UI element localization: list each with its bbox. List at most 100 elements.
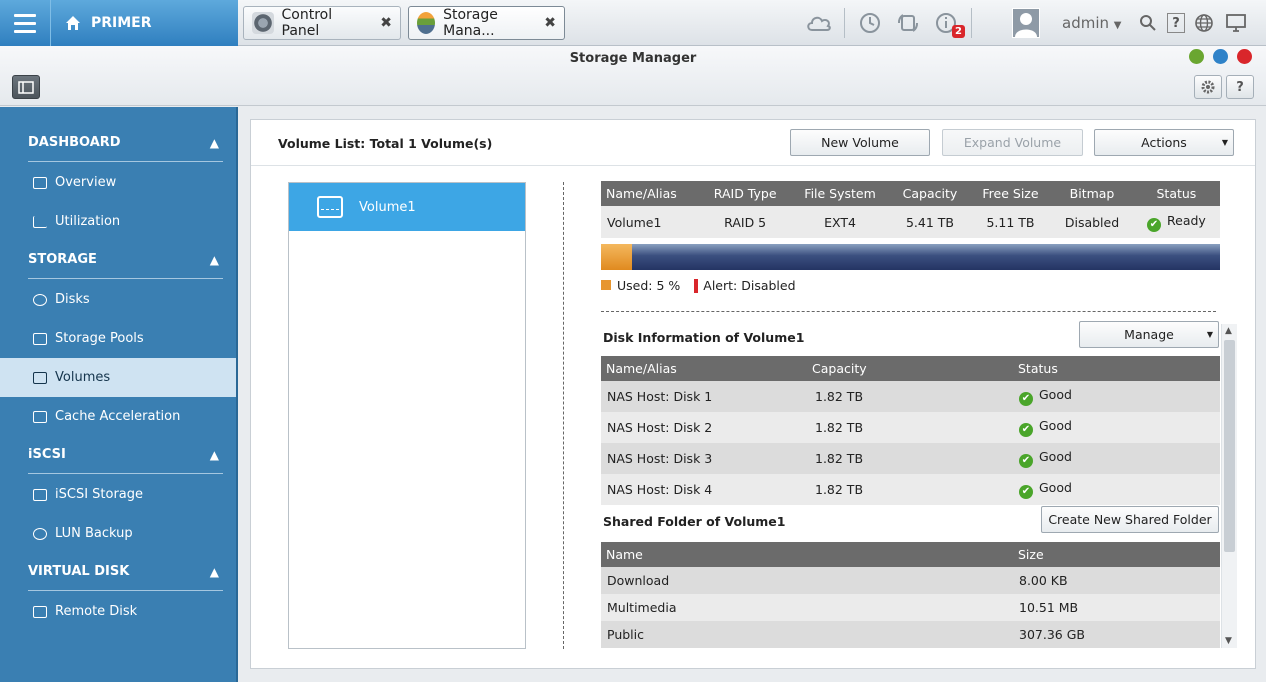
avatar[interactable] — [1012, 8, 1040, 38]
column-header: Capacity — [807, 356, 1013, 381]
tab-storage-manager[interactable]: Storage Mana... ✖ — [408, 6, 565, 40]
close-window-icon[interactable] — [1237, 49, 1252, 64]
help-icon[interactable]: ? — [1167, 13, 1185, 33]
divider — [844, 8, 845, 38]
scrollbar[interactable]: ▲ ▼ — [1221, 324, 1237, 648]
table-row[interactable]: Public 307.36 GB — [601, 621, 1220, 648]
sidebar-item-storage-pools[interactable]: Storage Pools — [0, 319, 236, 358]
table-row[interactable]: NAS Host: Disk 1 1.82 TB ✔ Good — [601, 381, 1220, 412]
column-header: Name/Alias — [601, 181, 701, 206]
sidebar-item-iscsi-storage[interactable]: iSCSI Storage — [0, 475, 236, 514]
sidebar-section-dashboard[interactable]: DASHBOARD ▲ — [28, 124, 223, 162]
disk-info-title: Disk Information of Volume1 — [603, 330, 805, 345]
sidebar-item-cache-acceleration[interactable]: Cache Acceleration — [0, 397, 236, 436]
expand-volume-button[interactable]: Expand Volume — [942, 129, 1083, 156]
used-swatch — [601, 280, 611, 290]
check-icon: ✔ — [1019, 454, 1033, 468]
table-row[interactable]: NAS Host: Disk 4 1.82 TB ✔ Good — [601, 474, 1220, 505]
usage-legend: Used: 5 % Alert: Disabled — [601, 278, 796, 293]
table-row[interactable]: Download 8.00 KB — [601, 567, 1220, 594]
check-icon: ✔ — [1019, 392, 1033, 406]
sidebar-section-iscsi[interactable]: iSCSI ▲ — [28, 436, 223, 474]
volume-list-header: Volume List: Total 1 Volume(s) New Volum… — [251, 120, 1255, 166]
maximize-icon[interactable] — [1213, 49, 1228, 64]
gear-icon — [252, 12, 274, 34]
table-header-row: Name Size — [601, 542, 1220, 567]
search-icon[interactable] — [1135, 10, 1161, 36]
sidebar-item-utilization[interactable]: Utilization — [0, 202, 236, 241]
storage-pool-icon — [33, 332, 47, 345]
tab-label: Storage Mana... — [443, 7, 498, 39]
close-icon[interactable]: ✖ — [380, 15, 392, 31]
chevron-up-icon: ▲ — [209, 252, 219, 267]
settings-button[interactable] — [1194, 75, 1222, 99]
usage-bar — [601, 244, 1220, 270]
sidebar-section-virtual-disk[interactable]: VIRTUAL DISK ▲ — [28, 553, 223, 591]
monitor-icon[interactable] — [1223, 10, 1249, 36]
panel-divider — [563, 182, 564, 649]
gear-icon — [1201, 80, 1215, 94]
sidebar-item-remote-disk[interactable]: Remote Disk — [0, 592, 236, 631]
status-cell: ✔ Good — [1013, 412, 1220, 443]
notification-icon[interactable]: 2 — [933, 10, 965, 38]
column-header: File System — [789, 181, 891, 206]
sync-icon[interactable] — [895, 10, 921, 36]
column-header: Size — [1013, 542, 1220, 567]
sidebar-item-disks[interactable]: Disks — [0, 280, 236, 319]
manage-dropdown[interactable]: Manage ▼ — [1079, 321, 1219, 348]
home-icon — [66, 16, 80, 30]
table-cell: Disabled — [1051, 206, 1133, 238]
table-cell: 1.82 TB — [807, 412, 1013, 443]
main-menu-button[interactable] — [0, 0, 50, 46]
minimize-icon[interactable] — [1189, 49, 1204, 64]
chart-icon — [33, 215, 47, 228]
scroll-up-icon[interactable]: ▲ — [1225, 326, 1232, 336]
sidebar: DASHBOARD ▲ Overview Utilization STORAGE ▲… — [0, 107, 238, 682]
usage-bar-fill — [601, 244, 632, 270]
column-header: Free Size — [969, 181, 1052, 206]
clock-icon[interactable] — [857, 10, 883, 36]
table-cell: NAS Host: Disk 2 — [601, 412, 807, 443]
scroll-down-icon[interactable]: ▼ — [1225, 636, 1232, 646]
status-cell: ✔ Good — [1013, 443, 1220, 474]
home-button[interactable]: PRIMER — [50, 0, 238, 46]
actions-dropdown[interactable]: Actions ▼ — [1094, 129, 1234, 156]
table-row[interactable]: Volume1 RAID 5 EXT4 5.41 TB 5.11 TB Disa… — [601, 206, 1220, 238]
chevron-down-icon: ▼ — [1206, 330, 1213, 339]
table-cell: 1.82 TB — [807, 474, 1013, 505]
globe-icon[interactable] — [1191, 10, 1217, 36]
sidebar-item-overview[interactable]: Overview — [0, 163, 236, 202]
volume-icon — [33, 371, 47, 384]
top-bar: PRIMER Control Panel ✖ Storage Mana... ✖… — [0, 0, 1266, 46]
notification-badge: 2 — [952, 25, 965, 38]
volume-table: Name/Alias RAID Type File System Capacit… — [601, 181, 1220, 238]
volume-list-item[interactable]: Volume1 — [289, 183, 525, 231]
scrollbar-thumb[interactable] — [1224, 340, 1235, 552]
create-shared-folder-button[interactable]: Create New Shared Folder — [1041, 506, 1219, 533]
sidebar-section-storage[interactable]: STORAGE ▲ — [28, 241, 223, 279]
section-divider — [601, 311, 1216, 312]
column-header: Status — [1013, 356, 1220, 381]
table-row[interactable]: Multimedia 10.51 MB — [601, 594, 1220, 621]
sidebar-item-lun-backup[interactable]: LUN Backup — [0, 514, 236, 553]
column-header: Name/Alias — [601, 356, 807, 381]
table-cell: 8.00 KB — [1013, 567, 1220, 594]
close-icon[interactable]: ✖ — [544, 15, 556, 31]
table-row[interactable]: NAS Host: Disk 3 1.82 TB ✔ Good — [601, 443, 1220, 474]
status-text: Ready — [1167, 212, 1206, 228]
help-button[interactable]: ? — [1226, 75, 1254, 99]
tab-control-panel[interactable]: Control Panel ✖ — [243, 6, 401, 40]
cloud-icon[interactable] — [806, 10, 832, 36]
username-dropdown[interactable]: admin ▼ — [1062, 14, 1121, 32]
chevron-up-icon: ▲ — [209, 447, 219, 462]
top-right-icons: ? — [1135, 0, 1249, 46]
disk-icon — [33, 293, 47, 306]
new-volume-button[interactable]: New Volume — [790, 129, 930, 156]
toggle-sidebar-button[interactable] — [12, 75, 40, 99]
table-cell: NAS Host: Disk 3 — [601, 443, 807, 474]
column-header: Bitmap — [1051, 181, 1133, 206]
volume-list-title: Volume List: Total 1 Volume(s) — [278, 136, 493, 151]
table-row[interactable]: NAS Host: Disk 2 1.82 TB ✔ Good — [601, 412, 1220, 443]
table-cell: RAID 5 — [700, 206, 790, 238]
sidebar-item-volumes[interactable]: Volumes — [0, 358, 236, 397]
